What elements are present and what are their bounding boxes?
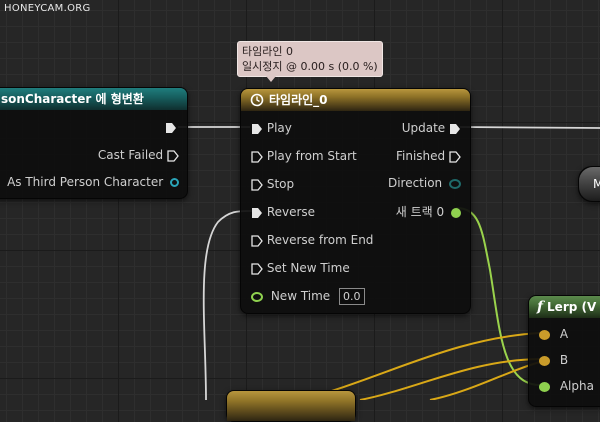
set-new-time-pin[interactable]: Set New Time [251, 261, 350, 275]
lerp-b-label: B [559, 353, 569, 367]
set-new-time-label: Set New Time [266, 261, 350, 275]
cast-exec-out-pin[interactable] [165, 120, 177, 134]
update-pin[interactable]: Update [402, 121, 461, 135]
finished-pin[interactable]: Finished [396, 149, 461, 163]
partial-node-bottom[interactable] [226, 390, 356, 422]
finished-label: Finished [396, 149, 446, 163]
lerp-alpha-label: Alpha [559, 379, 594, 393]
tooltip-line-2: 일시정지 @ 0.00 s (0.0 %) [242, 60, 378, 73]
exec-pin-icon [252, 207, 262, 218]
vector-pin-icon [539, 355, 550, 366]
new-time-label: New Time [270, 289, 331, 303]
exec-pin-icon [167, 149, 179, 162]
lerp-node-title: Lerp (V [547, 300, 597, 314]
lerp-b-pin[interactable]: B [539, 353, 568, 367]
partial-node-header[interactable]: M [579, 167, 600, 201]
reverse-from-end-pin[interactable]: Reverse from End [251, 233, 373, 247]
lerp-a-label: A [559, 327, 569, 341]
track-pin[interactable]: 새 트랙 0 [396, 203, 461, 220]
enum-pin-icon [449, 178, 461, 189]
tooltip-line-1: 타임라인 0 [242, 45, 293, 58]
lerp-node[interactable]: f Lerp (V A B Alpha [528, 295, 600, 407]
exec-pin-icon [166, 122, 176, 133]
exec-pin-icon [251, 150, 263, 163]
timeline-node-header[interactable]: 타임라인_0 [241, 89, 470, 111]
exec-pin-icon [251, 178, 263, 191]
exec-pin-icon [251, 262, 263, 275]
track-label: 새 트랙 0 [395, 205, 445, 219]
play-label: Play [266, 121, 292, 135]
cast-node-title: sonCharacter 에 형변환 [1, 92, 144, 106]
lerp-alpha-pin[interactable]: Alpha [539, 379, 594, 393]
vector-pin-icon [539, 329, 550, 340]
stop-label: Stop [266, 177, 295, 191]
clock-icon [250, 93, 264, 107]
reverse-label: Reverse [266, 205, 316, 219]
play-from-start-label: Play from Start [266, 149, 357, 163]
float-pin-icon [539, 381, 550, 392]
direction-pin[interactable]: Direction [388, 176, 461, 190]
partial-node-title: M [593, 177, 600, 191]
float-pin-icon [251, 291, 263, 302]
new-time-pin[interactable]: New Time 0.0 [251, 288, 365, 305]
exec-pin-icon [252, 123, 262, 134]
exec-pin-icon [251, 234, 263, 247]
lerp-a-pin[interactable]: A [539, 327, 568, 341]
timeline-status-tooltip: 타임라인 0 일시정지 @ 0.00 s (0.0 %) [237, 41, 383, 82]
new-time-input[interactable]: 0.0 [339, 288, 365, 305]
cast-failed-pin[interactable]: Cast Failed [98, 148, 179, 162]
play-from-start-pin[interactable]: Play from Start [251, 149, 357, 163]
timeline-node-title: 타임라인_0 [269, 93, 328, 107]
exec-wire-update-out [459, 126, 600, 129]
partial-node-bottom-header[interactable] [227, 391, 355, 421]
stop-pin[interactable]: Stop [251, 177, 294, 191]
partial-node-right[interactable]: M [578, 166, 600, 202]
cast-node-header[interactable]: sonCharacter 에 형변환 [0, 88, 187, 110]
lerp-node-header[interactable]: f Lerp (V [529, 296, 600, 318]
update-label: Update [401, 121, 446, 135]
exec-pin-icon [449, 150, 461, 163]
reverse-from-end-label: Reverse from End [266, 233, 374, 247]
reverse-pin[interactable]: Reverse [251, 205, 315, 219]
cast-failed-label: Cast Failed [97, 148, 164, 162]
timeline-node[interactable]: 타임라인_0 Play Play from Start Stop Reverse… [240, 88, 471, 314]
as-character-pin[interactable]: As Third Person Character [7, 175, 179, 189]
function-icon: f [537, 299, 544, 315]
direction-label: Direction [387, 176, 443, 190]
play-pin[interactable]: Play [251, 121, 292, 135]
float-pin-icon [451, 207, 461, 218]
exec-pin-icon [450, 123, 460, 134]
as-character-label: As Third Person Character [7, 175, 164, 189]
object-pin-icon [170, 178, 179, 187]
cast-node[interactable]: sonCharacter 에 형변환 Cast Failed As Third … [0, 87, 188, 199]
